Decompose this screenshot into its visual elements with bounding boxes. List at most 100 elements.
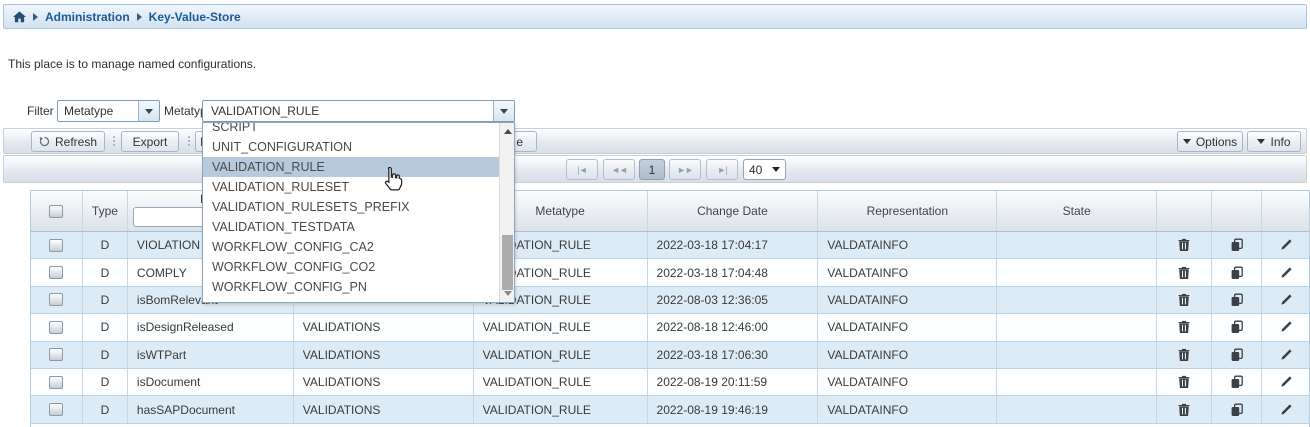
- header-type[interactable]: Type: [83, 191, 128, 231]
- filter-type-dropdown-button[interactable]: [138, 101, 159, 121]
- edit-icon[interactable]: [1279, 266, 1293, 280]
- type-cell: D: [83, 314, 128, 340]
- row-checkbox[interactable]: [49, 293, 63, 306]
- edit-icon[interactable]: [1279, 238, 1293, 252]
- edit-icon[interactable]: [1279, 375, 1293, 389]
- toolbar-separator: [112, 136, 115, 146]
- key-value-store-page: Administration Key-Value-Store This plac…: [0, 0, 1310, 427]
- dropdown-scrollbar[interactable]: [499, 123, 514, 302]
- state-cell: [997, 396, 1157, 422]
- type-cell: D: [83, 369, 128, 395]
- representation-cell: VALDATAINFO: [818, 396, 997, 422]
- representation-cell: VALDATAINFO: [818, 287, 997, 313]
- row-select-cell: [31, 369, 83, 395]
- home-icon[interactable]: [13, 11, 26, 23]
- copy-icon[interactable]: [1230, 375, 1244, 389]
- scrollbar-thumb[interactable]: [502, 235, 513, 290]
- edit-icon[interactable]: [1279, 403, 1293, 417]
- type-cell: D: [83, 287, 128, 313]
- edit-icon[interactable]: [1279, 293, 1293, 307]
- scroll-up-button[interactable]: [500, 124, 515, 139]
- group-cell: VALIDATIONS: [294, 369, 474, 395]
- breadcrumb-arrow-icon: [33, 13, 38, 21]
- dropdown-option[interactable]: UNIT_CONFIGURATION: [203, 137, 499, 157]
- header-change-date[interactable]: Change Date: [648, 191, 819, 231]
- delete-icon[interactable]: [1177, 403, 1191, 417]
- change-date-cell: 2022-08-19 20:11:59: [648, 369, 819, 395]
- delete-icon[interactable]: [1177, 266, 1191, 280]
- toolbar-separator: [187, 136, 190, 146]
- metatype-dropdown-list: SCRIPTUNIT_CONFIGURATIONVALIDATION_RULEV…: [203, 123, 499, 297]
- current-page-button[interactable]: 1: [639, 159, 665, 180]
- metatype-dropdown-button[interactable]: [493, 101, 514, 121]
- export-button-label: Export: [133, 135, 168, 149]
- last-page-button[interactable]: ►|: [706, 159, 738, 180]
- info-button[interactable]: Info: [1247, 131, 1301, 152]
- dropdown-option[interactable]: WORKFLOW_CONFIG_CO2: [203, 257, 499, 277]
- row-checkbox[interactable]: [49, 266, 63, 279]
- export-button[interactable]: Export: [121, 131, 179, 152]
- page-size-select[interactable]: 40: [743, 159, 786, 180]
- dropdown-option[interactable]: VALIDATION_RULE: [203, 157, 499, 177]
- first-page-button[interactable]: |◄: [566, 159, 598, 180]
- prev-page-button[interactable]: ◄◄: [603, 159, 635, 180]
- row-checkbox[interactable]: [49, 239, 63, 252]
- breadcrumb-item-key-value-store[interactable]: Key-Value-Store: [149, 10, 241, 24]
- chevron-down-icon: [1257, 139, 1265, 144]
- header-state[interactable]: State: [997, 191, 1157, 231]
- edit-cell: [1262, 342, 1309, 368]
- options-button-label: Options: [1196, 135, 1237, 149]
- delete-icon[interactable]: [1177, 320, 1191, 334]
- chevron-down-icon: [772, 167, 780, 172]
- triangle-up-icon: [504, 129, 512, 134]
- copy-icon[interactable]: [1230, 266, 1244, 280]
- scroll-down-button[interactable]: [500, 286, 515, 301]
- state-cell: [997, 342, 1157, 368]
- filter-type-combobox[interactable]: Metatype: [57, 100, 160, 122]
- change-date-cell: 2022-03-18 17:06:30: [648, 342, 819, 368]
- breadcrumb-item-administration[interactable]: Administration: [45, 10, 130, 24]
- triangle-down-icon: [504, 291, 512, 296]
- copy-icon[interactable]: [1230, 238, 1244, 252]
- copy-icon[interactable]: [1230, 403, 1244, 417]
- edit-icon[interactable]: [1279, 320, 1293, 334]
- state-cell: [997, 287, 1157, 313]
- change-date-cell: 2022-08-03 12:36:05: [648, 287, 819, 313]
- dropdown-option[interactable]: SCRIPT: [203, 123, 499, 137]
- header-representation[interactable]: Representation: [818, 191, 997, 231]
- state-cell: [997, 314, 1157, 340]
- dropdown-option[interactable]: VALIDATION_RULESETS_PREFIX: [203, 197, 499, 217]
- change-date-cell: 2022-03-18 17:04:48: [648, 259, 819, 285]
- copy-icon[interactable]: [1230, 293, 1244, 307]
- key-cell: isDocument: [128, 369, 294, 395]
- row-checkbox[interactable]: [49, 376, 63, 389]
- delete-icon[interactable]: [1177, 293, 1191, 307]
- type-cell: D: [83, 396, 128, 422]
- options-button[interactable]: Options: [1177, 131, 1243, 152]
- copy-icon[interactable]: [1230, 320, 1244, 334]
- dropdown-option[interactable]: VALIDATION_RULESET: [203, 177, 499, 197]
- refresh-button[interactable]: Refresh: [31, 131, 105, 152]
- delete-cell: [1157, 369, 1212, 395]
- metatype-combobox[interactable]: VALIDATION_RULE: [202, 100, 515, 122]
- copy-icon[interactable]: [1230, 348, 1244, 362]
- dropdown-option[interactable]: WORKFLOW_CONFIG_CA2: [203, 237, 499, 257]
- edit-icon[interactable]: [1279, 348, 1293, 362]
- select-all-checkbox[interactable]: [49, 205, 63, 218]
- change-date-cell: 2022-08-19 19:46:19: [648, 396, 819, 422]
- representation-cell: VALDATAINFO: [818, 369, 997, 395]
- delete-icon[interactable]: [1177, 238, 1191, 252]
- row-checkbox[interactable]: [49, 348, 63, 361]
- info-button-label: Info: [1270, 135, 1290, 149]
- dropdown-option[interactable]: VALIDATION_TESTDATA: [203, 217, 499, 237]
- group-cell: VALIDATIONS: [294, 314, 474, 340]
- next-page-button[interactable]: ►►: [669, 159, 701, 180]
- metatype-value: VALIDATION_RULE: [203, 104, 493, 118]
- delete-icon[interactable]: [1177, 348, 1191, 362]
- delete-icon[interactable]: [1177, 375, 1191, 389]
- header-copy: [1212, 191, 1262, 231]
- dropdown-option[interactable]: WORKFLOW_CONFIG_PN: [203, 277, 499, 297]
- row-checkbox[interactable]: [49, 403, 63, 416]
- edit-cell: [1262, 369, 1309, 395]
- row-checkbox[interactable]: [49, 321, 63, 334]
